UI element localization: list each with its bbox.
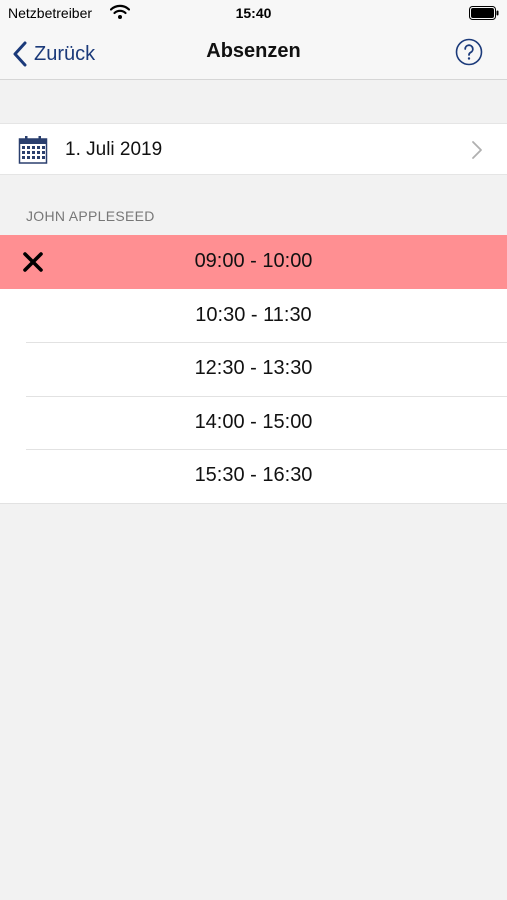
time-slot-label: 10:30 - 11:30 <box>195 303 312 326</box>
section-header-student: JOHN APPLESEED <box>26 208 155 224</box>
calendar-icon <box>18 136 48 164</box>
battery-icon <box>469 6 499 20</box>
time-slot[interactable]: 15:30 - 16:30 <box>0 449 507 503</box>
time-slot-label: 12:30 - 13:30 <box>194 357 313 380</box>
status-bar: Netzbetreiber 15:40 <box>0 0 507 28</box>
date-picker-row[interactable]: 1. Juli 2019 <box>0 123 507 175</box>
page-title: Absenzen <box>206 40 301 62</box>
time-slot-label: 14:00 - 15:00 <box>194 410 313 433</box>
time-slot[interactable]: 10:30 - 11:30 <box>0 289 507 343</box>
navigation-bar: Zurück Absenzen <box>0 28 507 80</box>
chevron-right-icon <box>472 141 482 159</box>
question-mark-circle-icon[interactable] <box>455 38 483 66</box>
time-slot-absent[interactable]: 09:00 - 10:00 <box>0 235 507 289</box>
time-slot-label: 09:00 - 10:00 <box>194 250 313 272</box>
time-slot[interactable]: 12:30 - 13:30 <box>0 342 507 396</box>
time-slot[interactable]: 14:00 - 15:00 <box>0 395 507 450</box>
status-time: 15:40 <box>235 5 272 21</box>
time-slot-list: 09:00 - 10:00 10:30 - 11:30 12:30 - 13:3… <box>0 235 507 504</box>
selected-date: 1. Juli 2019 <box>65 139 163 160</box>
time-slot-label: 15:30 - 16:30 <box>194 464 313 487</box>
